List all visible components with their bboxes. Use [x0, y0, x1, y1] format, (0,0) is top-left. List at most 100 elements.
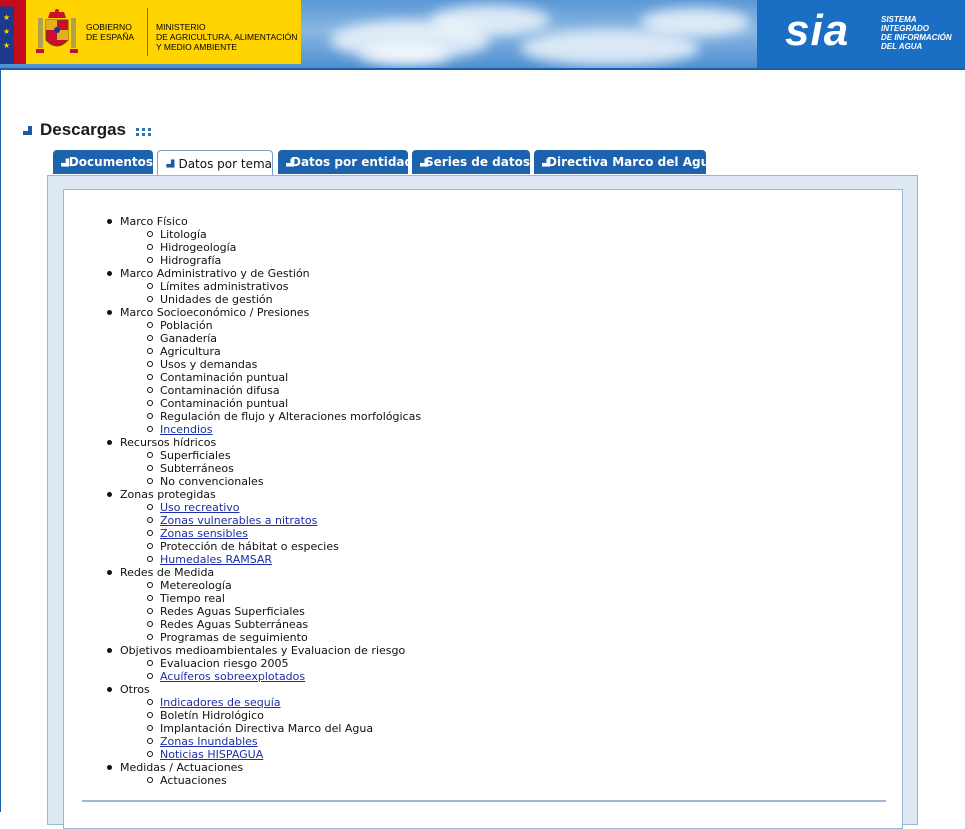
- subtopic-link[interactable]: Humedales RAMSAR: [160, 553, 272, 566]
- subtopic-label: Superficiales: [160, 449, 231, 462]
- subtopic-label: Subterráneos: [160, 462, 234, 475]
- subtopic-link[interactable]: Indicadores de sequía: [160, 696, 281, 709]
- category-label: Recursos hídricos: [106, 436, 421, 449]
- subtopic-label: Tiempo real: [160, 592, 225, 605]
- subtopic-item[interactable]: Zonas sensibles: [146, 527, 421, 540]
- tab-directiva-marco-del-agua[interactable]: Directiva Marco del Agua: [534, 150, 717, 174]
- subtopic-link[interactable]: Zonas Inundables: [160, 735, 258, 748]
- subtopic-label: Contaminación puntual: [160, 397, 289, 410]
- ministry-name: MINISTERIO DE AGRICULTURA, ALIMENTACIÓN …: [156, 22, 298, 52]
- subtopic-list: Actuaciones: [120, 774, 421, 787]
- tab-datos-por-tema[interactable]: Datos por tema: [157, 150, 273, 176]
- subtopic-item[interactable]: Noticias HISPAGUA: [146, 748, 421, 761]
- subtopic-label: Implantación Directiva Marco del Agua: [160, 722, 374, 735]
- subtopic-item: Hidrogeología: [146, 241, 421, 254]
- subtopic-item: Protección de hábitat o especies: [146, 540, 421, 553]
- subtopic-label: Regulación de flujo y Alteraciones morfo…: [160, 410, 422, 423]
- sia-logo[interactable]: sia SISTEMA INTEGRADO DE INFORMACIÓN DEL…: [757, 0, 965, 68]
- government-logo[interactable]: GOBIERNO DE ESPAÑA MINISTERIO DE AGRICUL…: [26, 0, 301, 64]
- subtopic-item: No convencionales: [146, 475, 421, 488]
- subtopic-item: Contaminación difusa: [146, 384, 421, 397]
- tab-bullet-icon: [61, 157, 69, 167]
- subtopic-item[interactable]: Zonas vulnerables a nitratos: [146, 514, 421, 527]
- logo-divider: [147, 8, 148, 56]
- tab-label: Datos por tema: [178, 156, 272, 171]
- subtopic-link[interactable]: Noticias HISPAGUA: [160, 748, 263, 761]
- subtopic-item[interactable]: Zonas Inundables: [146, 735, 421, 748]
- subtopic-link[interactable]: Zonas sensibles: [160, 527, 248, 540]
- subtopic-item: Contaminación puntual: [146, 397, 421, 410]
- subtopic-label: Litología: [160, 228, 207, 241]
- subtopic-item: Actuaciones: [146, 774, 421, 787]
- subtopic-list: Superficiales Subterráneos No convencional…: [120, 449, 421, 488]
- category-item: Otros Indicadores de sequía Boletín Hidrol…: [106, 683, 421, 761]
- sia-logo-text: sia: [785, 6, 850, 55]
- subtopic-link[interactable]: Acuíferos sobreexplotados: [160, 670, 305, 683]
- subtopic-label: Programas de seguimiento: [160, 631, 308, 644]
- tab-label: Datos por entidad: [291, 155, 414, 169]
- header-banner: ★ ★ ★ GOBIERNO DE ESPAÑA MINISTERIO DE A…: [0, 0, 965, 68]
- category-item: Marco Socioeconómico / Presiones Població…: [106, 306, 422, 436]
- subtopic-item: Contaminación puntual: [146, 371, 421, 384]
- header-divider: [0, 68, 965, 70]
- subtopic-label: Contaminación difusa: [160, 384, 280, 397]
- page-title-row: Descargas: [23, 120, 152, 140]
- subtopic-label: Boletín Hidrológico: [160, 709, 264, 722]
- subtopic-link[interactable]: Zonas vulnerables a nitratos: [160, 514, 317, 527]
- subtopic-item: Regulación de flujo y Alteraciones morfo…: [146, 410, 422, 423]
- dots-icon: [136, 127, 152, 137]
- subtopic-item: Hidrografía: [146, 254, 421, 267]
- subtopic-label: Contaminación puntual: [160, 371, 289, 384]
- tab-label: Series de datos: [425, 155, 530, 169]
- tab-datos-por-entidad[interactable]: Datos por entidad: [278, 150, 413, 174]
- subtopic-item[interactable]: Incendios: [146, 423, 421, 436]
- subtopic-list: Litología Hidrogeología Hidrografía: [120, 228, 421, 267]
- subtopic-item: Metereología: [146, 579, 421, 592]
- subtopic-label: Usos y demandas: [160, 358, 258, 371]
- eu-flag-strip: ★ ★ ★: [0, 0, 14, 64]
- topic-list: Marco Físico Litología Hidrogeología Hidrog…: [106, 215, 422, 787]
- tab-series-de-datos[interactable]: Series de datos: [412, 150, 530, 174]
- subtopic-item: Agricultura: [146, 345, 421, 358]
- category-label: Medidas / Actuaciones: [106, 761, 421, 774]
- government-name: GOBIERNO DE ESPAÑA: [86, 22, 135, 42]
- subtopic-item[interactable]: Indicadores de sequía: [146, 696, 421, 709]
- subtopic-link[interactable]: Incendios: [160, 423, 213, 436]
- subtopic-item: Subterráneos: [146, 462, 421, 475]
- category-label: Marco Físico: [106, 215, 421, 228]
- subtopic-label: Redes Aguas Superficiales: [160, 605, 305, 618]
- category-item: Objetivos medioambientales y Evaluacion …: [106, 644, 421, 683]
- subtopic-label: Población: [160, 319, 213, 332]
- tab-documentos[interactable]: Documentos: [53, 150, 153, 174]
- coat-of-arms-icon: [36, 9, 78, 53]
- category-item: Redes de Medida Metereología Tiempo real Re…: [106, 566, 421, 644]
- subtopic-link[interactable]: Uso recreativo: [160, 501, 240, 514]
- subtopic-label: Metereología: [160, 579, 232, 592]
- subtopic-item: Superficiales: [146, 449, 421, 462]
- subtopic-label: Agricultura: [160, 345, 221, 358]
- subtopic-item: Implantación Directiva Marco del Agua: [146, 722, 421, 735]
- category-item: Zonas protegidas Uso recreativo Zonas vuln…: [106, 488, 421, 566]
- subtopic-item[interactable]: Acuíferos sobreexplotados: [146, 670, 421, 683]
- category-label: Zonas protegidas: [106, 488, 421, 501]
- subtopic-item[interactable]: Uso recreativo: [146, 501, 421, 514]
- subtopic-item[interactable]: Humedales RAMSAR: [146, 553, 421, 566]
- topic-list-panel: Marco Físico Litología Hidrogeología Hidrog…: [63, 189, 903, 829]
- category-label: Marco Administrativo y de Gestión: [106, 267, 421, 280]
- subtopic-label: Hidrogeología: [160, 241, 237, 254]
- category-item: Recursos hídricos Superficiales Subterráne…: [106, 436, 421, 488]
- subtopic-label: Ganadería: [160, 332, 218, 345]
- subtopic-label: Hidrografía: [160, 254, 222, 267]
- category-item: Medidas / Actuaciones Actuaciones: [106, 761, 421, 787]
- tab-content-panel: Marco Físico Litología Hidrogeología Hidrog…: [47, 175, 918, 829]
- subtopic-label: Protección de hábitat o especies: [160, 540, 339, 553]
- subtopic-list: Límites administrativos Unidades de gesti…: [120, 280, 421, 306]
- subtopic-item: Ganadería: [146, 332, 421, 345]
- subtopic-list: Uso recreativo Zonas vulnerables a nitrat…: [120, 501, 421, 566]
- subtopic-label: Evaluacion riesgo 2005: [160, 657, 289, 670]
- category-label: Marco Socioeconómico / Presiones: [106, 306, 421, 319]
- subtopic-list: Evaluacion riesgo 2005 Acuíferos sobreexp…: [120, 657, 421, 683]
- category-item: Marco Administrativo y de Gestión Límites…: [106, 267, 421, 306]
- subtopic-item: Litología: [146, 228, 421, 241]
- page-title: Descargas: [40, 120, 127, 139]
